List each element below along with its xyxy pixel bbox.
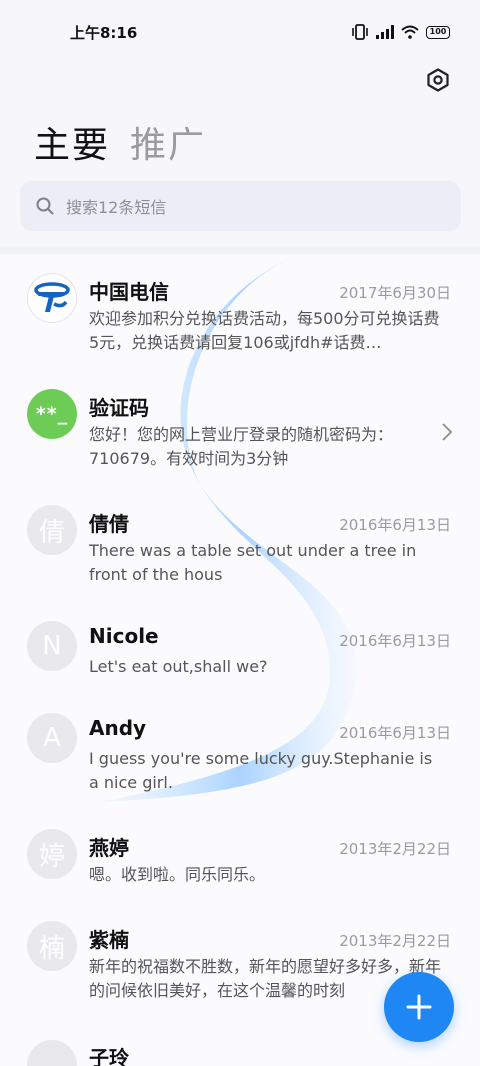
new-message-button[interactable] bbox=[384, 972, 454, 1042]
message-preview: I guess you're some lucky guy.Stephanie … bbox=[89, 749, 433, 792]
avatar bbox=[27, 1040, 77, 1066]
settings-button[interactable] bbox=[424, 66, 452, 94]
message-date: 2017年6月30日 bbox=[339, 284, 451, 302]
status-bar: 上午8:16 100 bbox=[0, 0, 480, 64]
china-telecom-logo-icon bbox=[34, 282, 70, 312]
contact-name: 燕婷 bbox=[89, 836, 129, 860]
message-date: 2013年2月22日 bbox=[339, 840, 451, 858]
header-divider bbox=[0, 246, 480, 254]
message-preview: 欢迎参加积分兑换话费活动，每500分可兑换话费5元，兑换话费请回复106或jfd… bbox=[89, 309, 440, 352]
contact-name: 验证码 bbox=[89, 396, 149, 420]
contact-name: 紫楠 bbox=[89, 928, 129, 952]
contact-name: 倩倩 bbox=[89, 512, 129, 536]
list-item[interactable]: **_ 验证码 您好！您的网上营业厅登录的随机密码为：710679。有效时间为3… bbox=[0, 370, 480, 486]
avatar: 婷 bbox=[27, 829, 77, 879]
contact-name: 子玲 bbox=[89, 1046, 129, 1066]
search-icon bbox=[36, 197, 54, 215]
avatar: 倩 bbox=[27, 505, 77, 555]
message-preview: 您好！您的网上营业厅登录的随机密码为：710679。有效时间为3分钟 bbox=[89, 425, 394, 468]
battery-icon: 100 bbox=[426, 25, 450, 39]
tab-promotions[interactable]: 推广 bbox=[130, 116, 206, 168]
vibrate-icon bbox=[352, 24, 368, 40]
message-date: 2016年6月13日 bbox=[339, 724, 451, 742]
list-item[interactable]: N Nicole 2016年6月13日 Let's eat out,shall … bbox=[0, 602, 480, 694]
list-item[interactable]: A Andy 2016年6月13日 I guess you're some lu… bbox=[0, 694, 480, 810]
contact-name: Andy bbox=[89, 716, 147, 740]
avatar: A bbox=[27, 713, 77, 763]
avatar: N bbox=[27, 621, 77, 671]
settings-icon bbox=[427, 68, 449, 92]
message-preview: There was a table set out under a tree i… bbox=[89, 541, 417, 584]
avatar bbox=[27, 273, 77, 323]
contact-name: Nicole bbox=[89, 624, 159, 648]
chevron-right-icon[interactable] bbox=[441, 422, 453, 442]
search-bar[interactable]: 搜索12条短信 bbox=[20, 181, 461, 231]
list-item[interactable]: 婷 燕婷 2013年2月22日 嗯。收到啦。同乐同乐。 bbox=[0, 818, 480, 910]
message-preview: 嗯。收到啦。同乐同乐。 bbox=[89, 865, 266, 884]
contact-name: 中国电信 bbox=[89, 280, 169, 304]
search-placeholder: 搜索12条短信 bbox=[66, 198, 167, 217]
signal-icon bbox=[376, 25, 394, 39]
tab-bar: 主要 推广 bbox=[34, 116, 206, 168]
message-date: 2016年6月13日 bbox=[339, 632, 451, 650]
conversation-list[interactable]: 中国电信 2017年6月30日 欢迎参加积分兑换话费活动，每500分可兑换话费5… bbox=[0, 254, 480, 1066]
message-date: 2013年2月22日 bbox=[339, 932, 451, 950]
list-item[interactable]: 中国电信 2017年6月30日 欢迎参加积分兑换话费活动，每500分可兑换话费5… bbox=[0, 254, 480, 370]
wifi-icon bbox=[401, 25, 419, 39]
message-date: 2016年6月13日 bbox=[339, 516, 451, 534]
avatar: **_ bbox=[27, 389, 77, 439]
message-preview: Let's eat out,shall we? bbox=[89, 657, 268, 676]
avatar: 楠 bbox=[27, 921, 77, 971]
status-icons: 100 bbox=[351, 24, 450, 40]
tab-primary[interactable]: 主要 bbox=[34, 116, 110, 168]
list-item[interactable]: 倩 倩倩 2016年6月13日 There was a table set ou… bbox=[0, 486, 480, 602]
plus-icon bbox=[406, 994, 432, 1020]
status-time: 上午8:16 bbox=[70, 23, 138, 42]
